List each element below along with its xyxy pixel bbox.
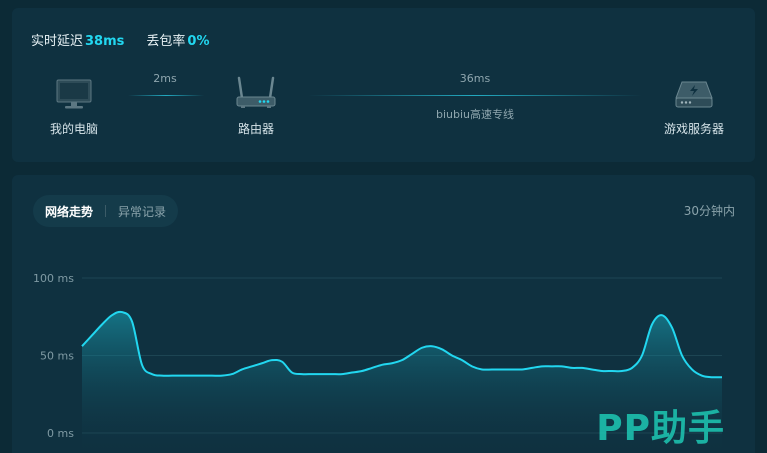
link-latency: 2ms [153, 72, 177, 85]
link-latency: 36ms [459, 72, 491, 85]
latency-stat: 实时延迟 38ms [31, 30, 124, 49]
y-tick-label: 0 ms [47, 427, 74, 440]
stats-line: 实时延迟 38ms 丢包率 0% [31, 30, 209, 49]
app-root: 实时延迟 38ms 丢包率 0% 我的电脑 2ms 路由器 36ms biubi… [0, 0, 767, 453]
loss-label: 丢包率 [146, 34, 186, 49]
y-tick-label: 50 ms [40, 350, 74, 363]
link-route-name: biubiu高速专线 [435, 108, 515, 121]
latency-value: 38ms [85, 34, 125, 49]
link-line [308, 95, 642, 96]
latency-label: 实时延迟 [31, 34, 84, 49]
route-card: 实时延迟 38ms 丢包率 0% 我的电脑 2ms 路由器 36ms biubi… [12, 8, 755, 162]
node-game-server: 游戏服务器 [649, 70, 739, 137]
node-label: 我的电脑 [49, 122, 98, 136]
loss-stat: 丢包率 0% [146, 30, 209, 49]
node-router: 路由器 [211, 70, 301, 137]
watermark-logo: PP助手 [596, 408, 725, 449]
chart-card: 网络走势 异常记录 30分钟内 100 ms 50 ms 0 ms PP助手 [12, 175, 755, 453]
node-my-computer: 我的电脑 [29, 70, 119, 137]
link-line [128, 95, 204, 96]
node-label: 游戏服务器 [663, 122, 724, 136]
loss-value: 0% [187, 34, 210, 49]
node-label: 路由器 [237, 122, 274, 136]
y-tick-label: 100 ms [33, 272, 74, 285]
server-icon [649, 70, 739, 110]
monitor-icon [29, 70, 119, 110]
router-icon [211, 70, 301, 110]
